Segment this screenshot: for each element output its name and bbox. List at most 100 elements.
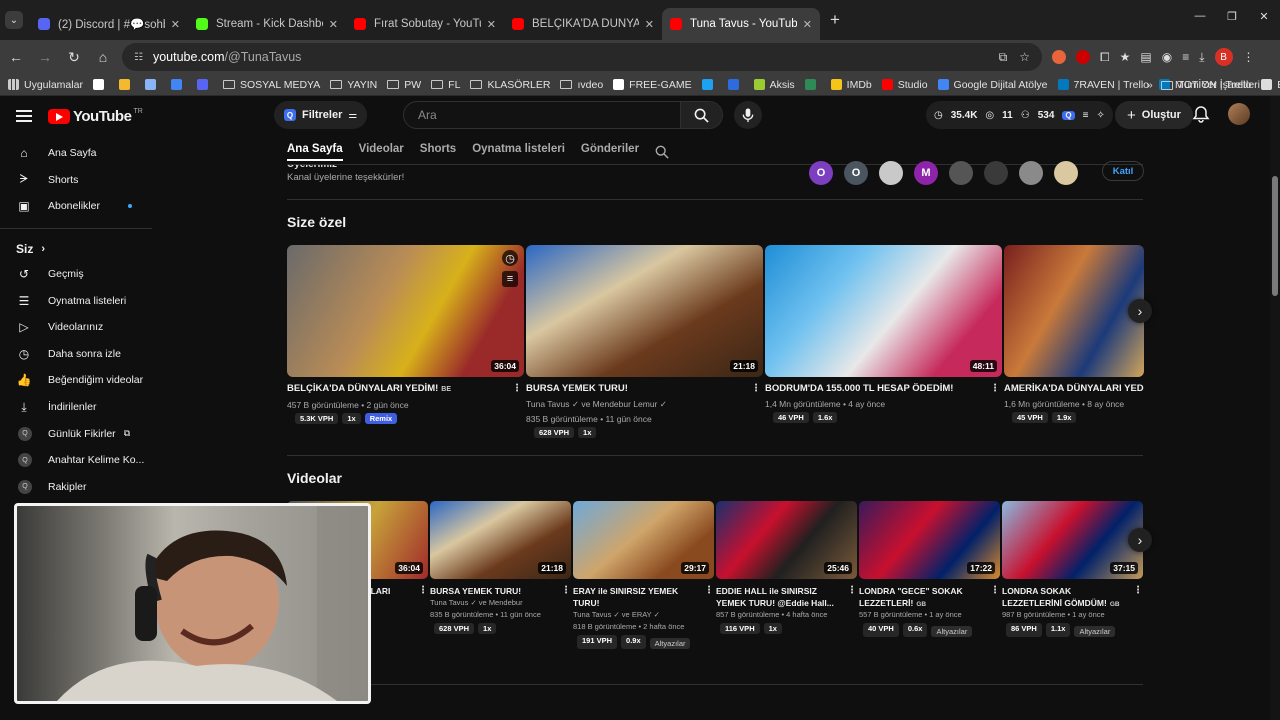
vidiq-badge-icon[interactable]: Q xyxy=(1062,110,1075,120)
bookmark-item[interactable] xyxy=(727,79,744,90)
close-window-icon[interactable]: ✕ xyxy=(1248,0,1280,32)
sidebar-item[interactable]: 👍 Beğendiğim videolar xyxy=(0,367,152,394)
member-avatar[interactable] xyxy=(879,161,903,185)
more-options-icon[interactable]: ⋮ xyxy=(512,383,522,395)
video-card[interactable]: 21:18 BURSA YEMEK TURU! ⋮ Tuna Tavus ✓ ve M… xyxy=(526,245,763,438)
restore-icon[interactable]: ❐ xyxy=(1216,0,1248,32)
browser-tab[interactable]: Fırat Sobutay - YouTube ✕ xyxy=(346,8,504,40)
media-icon[interactable]: ≡ xyxy=(1182,50,1189,64)
video-card[interactable]: 29:17 ERAY ile SINIRSIZ YEMEK TURU! ⋮ Tuna … xyxy=(573,501,714,649)
video-card[interactable]: 25:46 EDDIE HALL ile SINIRSIZ YEMEK TURU!… xyxy=(716,501,857,634)
channel-tab[interactable]: Ana Sayfa xyxy=(287,143,343,161)
stat-badge[interactable]: Remix xyxy=(364,413,398,424)
back-icon[interactable]: ← xyxy=(3,44,29,70)
video-card[interactable]: 21:18 BURSA YEMEK TURU! ⋮ Tuna Tavus ✓ ve M… xyxy=(430,501,571,634)
tab-groups-icon[interactable]: ▤ xyxy=(1140,50,1151,64)
reload-icon[interactable]: ↻ xyxy=(61,44,87,70)
video-card[interactable]: 48:11 BODRUM'DA 155.000 TL HESAP ÖDEDİM! ⋮… xyxy=(765,245,1002,423)
bookmark-item[interactable]: Google Dijital Atölye xyxy=(937,79,1048,91)
tab-close-icon[interactable]: ✕ xyxy=(803,18,812,31)
tab-close-icon[interactable]: ✕ xyxy=(171,18,180,31)
vpn-icon[interactable]: ◉ xyxy=(1162,50,1172,64)
video-card[interactable]: 37:15 LONDRA SOKAK LEZZETLERİNİ GÖMDÜM! GB… xyxy=(1002,501,1143,637)
list-icon[interactable]: ≡ xyxy=(1083,110,1089,121)
video-title[interactable]: LONDRA "GECE" SOKAK LEZZETLERİ! GB ⋮ xyxy=(859,585,1000,609)
sidebar-item[interactable]: ▷ Videolarınız xyxy=(0,314,152,341)
more-options-icon[interactable]: ⋮ xyxy=(704,585,714,597)
video-title[interactable]: BURSA YEMEK TURU! ⋮ xyxy=(430,585,571,597)
extension-record-icon[interactable] xyxy=(1076,50,1090,64)
video-title[interactable]: ERAY ile SINIRSIZ YEMEK TURU! ⋮ xyxy=(573,585,714,609)
tab-search-icon[interactable]: ⌄ xyxy=(5,11,23,29)
account-avatar[interactable] xyxy=(1228,103,1250,125)
videos-next-button[interactable]: › xyxy=(1128,528,1152,552)
watch-later-icon[interactable]: ◷ xyxy=(502,250,518,266)
bookmark-item[interactable] xyxy=(701,79,718,90)
video-thumbnail[interactable]: 21:18 xyxy=(430,501,571,579)
more-options-icon[interactable]: ⋮ xyxy=(1133,585,1143,597)
notifications-bell-icon[interactable] xyxy=(1192,105,1210,123)
bookmark-item[interactable] xyxy=(118,79,135,90)
video-card[interactable]: AMERİKA'DA DÜNYALARI YEDİK! (1,6 Mn görü… xyxy=(1004,245,1144,423)
member-avatar[interactable] xyxy=(1019,161,1043,185)
sidebar-tool-item[interactable]: Q Günlük Fikirler ⧉ xyxy=(0,420,152,447)
bookmark-item[interactable] xyxy=(144,79,161,90)
member-avatar[interactable] xyxy=(949,161,973,185)
channel-tab[interactable]: Videolar xyxy=(359,143,404,161)
member-avatar[interactable] xyxy=(1054,161,1078,185)
search-input[interactable]: Ara xyxy=(404,102,680,128)
video-thumbnail[interactable]: 37:15 xyxy=(1002,501,1143,579)
bookmark-item[interactable]: Uygulamalar xyxy=(8,79,83,91)
bookmark-item[interactable]: Studio xyxy=(881,79,928,91)
home-icon[interactable]: ⌂ xyxy=(90,44,116,70)
chrome-menu-icon[interactable]: ⋮ xyxy=(1243,50,1255,64)
bookmark-item[interactable]: PW xyxy=(387,79,421,91)
more-options-icon[interactable]: ⋮ xyxy=(418,585,428,597)
download-icon[interactable]: ⤓ xyxy=(1199,50,1204,65)
sidebar-item[interactable]: ☰ Oynatma listeleri xyxy=(0,287,152,314)
video-thumbnail[interactable]: 36:04 ◷ ≡ xyxy=(287,245,524,377)
sidebar-item[interactable]: ↺ Geçmiş xyxy=(0,261,152,288)
bookmark-star-icon[interactable]: ☆ xyxy=(1019,50,1030,65)
tab-close-icon[interactable]: ✕ xyxy=(329,18,338,31)
minimize-icon[interactable]: — xyxy=(1184,0,1216,32)
channel-tab[interactable]: Gönderiler xyxy=(581,143,639,161)
sidebar-tool-item[interactable]: Q Anahtar Kelime Ko... xyxy=(0,447,152,474)
all-bookmarks-folder[interactable]: Tüm Yer İşaretleri xyxy=(1160,79,1260,91)
more-options-icon[interactable]: ⋮ xyxy=(990,383,1000,395)
bookmark-item[interactable]: IMDb xyxy=(830,79,872,91)
sidebar-item[interactable]: ▣ Abonelikler xyxy=(0,193,152,220)
bookmark-item[interactable]: FL xyxy=(431,79,460,91)
bookmark-item[interactable]: ıvdeo xyxy=(560,79,603,91)
sidebar-item[interactable]: ⌂ Ana Sayfa xyxy=(0,140,152,167)
address-bar[interactable]: ☷ youtube.com/@TunaTavus ⧉ ☆ xyxy=(122,43,1042,71)
channel-tab[interactable]: Shorts xyxy=(420,143,456,161)
bookmark-item[interactable]: 7RAVEN | Trello xyxy=(1057,79,1149,91)
more-options-icon[interactable]: ⋮ xyxy=(751,383,761,395)
tab-close-icon[interactable]: ✕ xyxy=(487,18,496,31)
channel-tab[interactable]: Oynatma listeleri xyxy=(472,143,565,161)
sidebar-item[interactable]: ◷ Daha sonra izle xyxy=(0,341,152,368)
filters-button[interactable]: Q Filtreler ⚌ xyxy=(274,101,368,129)
video-thumbnail[interactable]: 21:18 xyxy=(526,245,763,377)
browser-tab[interactable]: Stream - Kick Dashboard ✕ xyxy=(188,8,346,40)
sidebar-item[interactable]: ᗒ Shorts xyxy=(0,167,152,194)
bookmark-item[interactable] xyxy=(804,79,821,90)
bookmarks-more-icon[interactable]: » xyxy=(1147,79,1153,91)
more-options-icon[interactable]: ⋮ xyxy=(561,585,571,597)
bookmark-item[interactable] xyxy=(92,79,109,90)
join-button[interactable]: Katıl xyxy=(1102,161,1144,181)
bookmark-item[interactable]: FREE-GAME xyxy=(613,79,692,91)
guide-menu-icon[interactable] xyxy=(16,110,32,122)
bookmark-item[interactable] xyxy=(196,79,213,90)
browser-tab[interactable]: Tuna Tavus - YouTube ✕ xyxy=(662,8,820,40)
site-info-icon[interactable]: ☷ xyxy=(134,52,143,63)
search-box[interactable]: Ara xyxy=(403,101,723,129)
browser-tab[interactable]: BELÇİKA'DA DÜNYALARI YEDİM ✕ xyxy=(504,8,662,40)
member-avatar[interactable] xyxy=(984,161,1008,185)
channel-search-icon[interactable] xyxy=(655,145,669,159)
sparkle-icon[interactable]: ✧ xyxy=(1096,110,1104,121)
youtube-logo[interactable]: YouTube TR xyxy=(48,108,143,125)
video-thumbnail[interactable]: 48:11 xyxy=(765,245,1002,377)
video-title[interactable]: BURSA YEMEK TURU! ⋮ xyxy=(526,383,763,395)
